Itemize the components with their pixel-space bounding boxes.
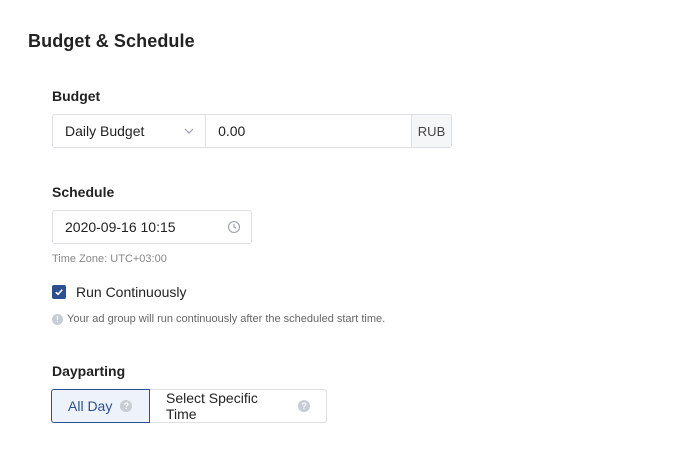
clock-icon bbox=[227, 220, 241, 234]
run-continuously-hint: ! Your ad group will run continuously af… bbox=[52, 313, 385, 325]
start-datetime-picker[interactable]: 2020-09-16 10:15 bbox=[52, 210, 252, 244]
dayparting-option-all-day[interactable]: All Day ? bbox=[51, 389, 150, 423]
run-continuously-checkbox[interactable] bbox=[52, 285, 66, 299]
question-icon[interactable]: ? bbox=[298, 400, 310, 412]
question-icon[interactable]: ? bbox=[120, 400, 133, 412]
info-icon: ! bbox=[52, 313, 63, 325]
dayparting-toggle: All Day ? Select Specific Time ? bbox=[51, 389, 327, 423]
start-datetime-value: 2020-09-16 10:15 bbox=[65, 219, 176, 235]
dayparting-label: Dayparting bbox=[52, 363, 126, 379]
budget-amount-input[interactable] bbox=[206, 115, 412, 147]
run-continuously-label[interactable]: Run Continuously bbox=[76, 284, 187, 300]
chevron-down-icon bbox=[183, 125, 195, 137]
check-icon bbox=[55, 289, 63, 296]
hint-text: Your ad group will run continuously afte… bbox=[67, 313, 386, 325]
currency-label: RUB bbox=[411, 115, 451, 147]
budget-input-group: Daily Budget RUB bbox=[52, 114, 452, 148]
timezone-text: Time Zone: UTC+03:00 bbox=[52, 253, 167, 265]
specific-time-label: Select Specific Time bbox=[166, 390, 258, 422]
budget-type-value: Daily Budget bbox=[65, 123, 145, 139]
run-continuously-row: Run Continuously bbox=[52, 284, 187, 300]
budget-label: Budget bbox=[52, 88, 101, 104]
section-title: Budget & Schedule bbox=[28, 31, 195, 51]
dayparting-option-specific-time[interactable]: Select Specific Time ? bbox=[150, 389, 327, 423]
schedule-label: Schedule bbox=[52, 184, 115, 200]
all-day-label: All Day bbox=[68, 398, 113, 414]
budget-schedule-panel: Budget & Schedule Budget Daily Budget RU… bbox=[0, 0, 675, 466]
budget-type-select[interactable]: Daily Budget bbox=[53, 115, 207, 147]
